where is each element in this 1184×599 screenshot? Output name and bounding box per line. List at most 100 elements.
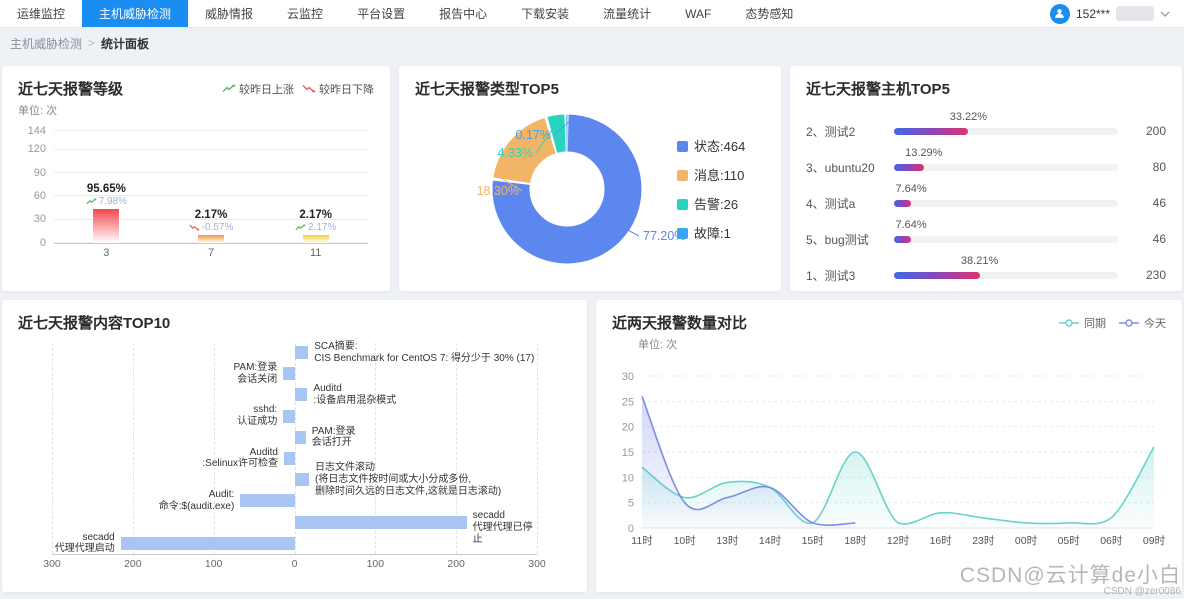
svg-text:25: 25 xyxy=(622,396,634,408)
svg-text:20: 20 xyxy=(622,422,634,434)
svg-text:0: 0 xyxy=(628,523,634,535)
unit-label: 单位: 次 xyxy=(18,102,374,118)
bar xyxy=(198,235,224,243)
legend-label[interactable]: 状态:464 xyxy=(694,139,745,154)
bar-group: 95.65% 7.98% xyxy=(54,132,159,243)
bar xyxy=(93,209,119,243)
svg-text:5: 5 xyxy=(628,498,634,510)
legend-label[interactable]: 故障:1 xyxy=(694,226,731,241)
nav-item-situation-awareness[interactable]: 态势感知 xyxy=(728,0,810,27)
bar xyxy=(295,346,309,359)
dashboard-page: 运维监控 主机威胁检测 威胁情报 云监控 平台设置 报告中心 下载安装 流量统计… xyxy=(0,0,1184,599)
svg-text:30: 30 xyxy=(622,371,634,383)
panel-alarm-level: 近七天报警等级 较昨日上涨 较昨日下降 单位: 次 0306090120144 xyxy=(2,66,390,291)
svg-text:12时: 12时 xyxy=(887,535,910,547)
nav-item-download-install[interactable]: 下载安装 xyxy=(504,0,586,27)
panel-title-alarm-content: 近七天报警内容TOP10 xyxy=(18,312,170,333)
svg-text:10: 10 xyxy=(622,472,634,484)
host-bar xyxy=(894,164,924,171)
top-nav: 运维监控 主机威胁检测 威胁情报 云监控 平台设置 报告中心 下载安装 流量统计… xyxy=(0,0,1184,28)
bar xyxy=(283,410,294,423)
alarm-host-chart: 2、测试2 33.22% 200 3、ubuntu20 13.29% 80 4、… xyxy=(806,113,1166,293)
trend-down-icon xyxy=(302,84,316,93)
bar xyxy=(295,431,306,444)
breadcrumb-parent[interactable]: 主机威胁检测 xyxy=(10,35,82,52)
legend-swatch[interactable] xyxy=(677,199,688,210)
legend-item[interactable]: 今天 xyxy=(1118,315,1166,331)
legend-swatch[interactable] xyxy=(677,170,688,181)
host-bar xyxy=(894,128,968,135)
bar xyxy=(240,494,294,507)
panel-title-alarm-type: 近七天报警类型TOP5 xyxy=(415,78,559,99)
panel-alarm-compare: 近两天报警数量对比 同期 今天 单位: 次 0 5 10 15 20 25 30 11时 10… xyxy=(596,300,1182,592)
svg-text:18.30%: 18.30% xyxy=(477,184,519,198)
nav-item-traffic-stats[interactable]: 流量统计 xyxy=(586,0,668,27)
breadcrumb-current: 统计面板 xyxy=(101,35,149,52)
host-row: 1、测试3 38.21% 230 xyxy=(806,257,1166,293)
host-bar xyxy=(894,236,911,243)
alarm-level-chart: 0306090120144 95.65% 7.98% 2.17% -0.57% … xyxy=(18,132,374,259)
nav-item-platform-settings[interactable]: 平台设置 xyxy=(340,0,422,27)
user-menu[interactable]: 152*** xyxy=(1050,0,1184,27)
legend-label[interactable]: 告警:26 xyxy=(694,197,738,212)
host-bar xyxy=(894,200,911,207)
svg-text:00时: 00时 xyxy=(1015,535,1038,547)
trend-up-icon xyxy=(222,84,236,93)
alarm-level-legend: 较昨日上涨 较昨日下降 xyxy=(222,81,374,97)
svg-text:10时: 10时 xyxy=(674,535,697,547)
svg-text:05时: 05时 xyxy=(1058,535,1081,547)
host-row: 5、bug测试 7.64% 46 xyxy=(806,221,1166,257)
nav-item-waf[interactable]: WAF xyxy=(668,0,728,27)
breadcrumb-separator: > xyxy=(88,36,95,50)
alarm-compare-chart: 051015202530 11时10时13时14时15时18时12时16时23时… xyxy=(612,358,1166,566)
nav-item-host-threat[interactable]: 主机威胁检测 xyxy=(82,0,188,27)
legend-up: 较昨日上涨 xyxy=(222,81,294,97)
bar xyxy=(295,473,310,486)
svg-text:09时: 09时 xyxy=(1143,535,1166,547)
bar-group: 2.17% -0.57% xyxy=(159,132,264,243)
compare-legend: 同期 今天 xyxy=(1058,315,1166,331)
user-avatar-icon xyxy=(1050,4,1070,24)
legend-swatch[interactable] xyxy=(677,141,688,152)
nav-item-report-center[interactable]: 报告中心 xyxy=(422,0,504,27)
nav-item-cloud-monitor[interactable]: 云监控 xyxy=(270,0,340,27)
panel-alarm-host: 近七天报警主机TOP5 2、测试2 33.22% 200 3、ubuntu20 … xyxy=(790,66,1182,291)
panel-title-alarm-level: 近七天报警等级 xyxy=(18,78,123,99)
panel-title-alarm-host: 近七天报警主机TOP5 xyxy=(806,78,950,99)
alarm-content-chart: SCA摘要: CIS Benchmark for CentOS 7: 得分少于 … xyxy=(18,343,571,571)
svg-text:0.17%: 0.17% xyxy=(516,128,551,142)
svg-text:13时: 13时 xyxy=(716,535,739,547)
svg-text:15时: 15时 xyxy=(802,535,825,547)
panel-alarm-type: 近七天报警类型TOP5 0.17% 4.33% 18.30% 77.20% 状态… xyxy=(399,66,781,291)
bar xyxy=(121,537,295,550)
svg-text:14时: 14时 xyxy=(759,535,782,547)
bar xyxy=(303,235,329,243)
svg-text:23时: 23时 xyxy=(972,535,995,547)
svg-text:18时: 18时 xyxy=(844,535,867,547)
host-bar xyxy=(894,272,980,279)
chevron-down-icon xyxy=(1160,11,1170,17)
bar xyxy=(284,452,295,465)
legend-label[interactable]: 消息:110 xyxy=(694,168,744,183)
host-row: 3、ubuntu20 13.29% 80 xyxy=(806,149,1166,185)
alarm-type-donut-chart: 0.17% 4.33% 18.30% 77.20% 状态:464 消息:110 … xyxy=(415,101,765,273)
nav-item-threat-intel[interactable]: 威胁情报 xyxy=(188,0,270,27)
legend-down: 较昨日下降 xyxy=(302,81,374,97)
svg-text:06时: 06时 xyxy=(1100,535,1123,547)
svg-text:4.33%: 4.33% xyxy=(498,146,533,160)
panel-alarm-content: 近七天报警内容TOP10 SCA摘要: CIS Benchmark for Ce… xyxy=(2,300,587,592)
unit-label: 单位: 次 xyxy=(638,336,1166,352)
panel-title-alarm-compare: 近两天报警数量对比 xyxy=(612,312,747,333)
bar xyxy=(295,516,467,529)
user-name: 152*** xyxy=(1076,7,1110,21)
legend-swatch[interactable] xyxy=(677,228,688,239)
bar xyxy=(295,388,308,401)
redacted-user-info xyxy=(1116,6,1154,21)
nav-item-ops-monitor[interactable]: 运维监控 xyxy=(0,0,82,27)
svg-text:11时: 11时 xyxy=(631,535,653,547)
host-row: 4、测试a 7.64% 46 xyxy=(806,185,1166,221)
bar-group: 2.17% 2.17% xyxy=(263,132,368,243)
bar xyxy=(283,367,294,380)
svg-text:15: 15 xyxy=(622,447,634,459)
legend-item[interactable]: 同期 xyxy=(1058,315,1106,331)
